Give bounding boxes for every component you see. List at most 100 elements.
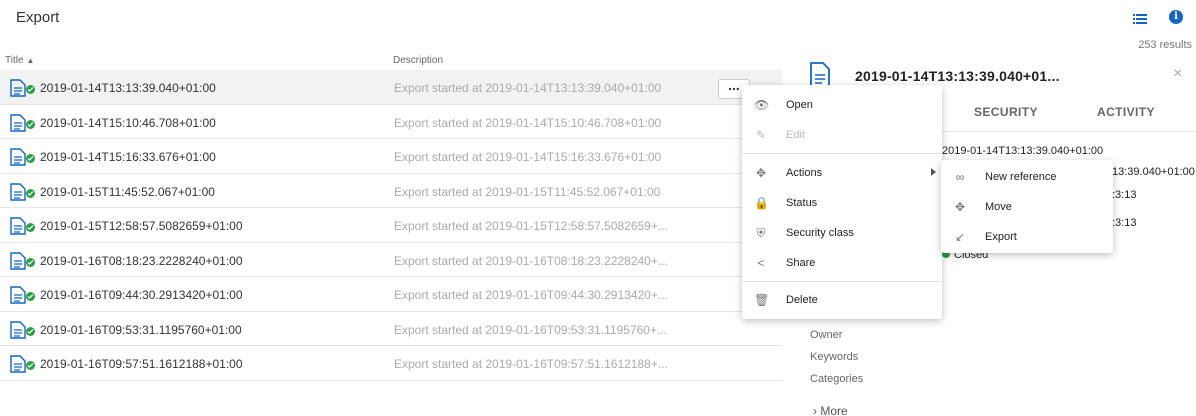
document-icon bbox=[10, 251, 26, 270]
row-title[interactable]: 2019-01-15T12:58:57.5082659+01:00 bbox=[40, 219, 243, 233]
tab-activity[interactable]: ACTIVITY bbox=[1097, 105, 1155, 119]
status-check-icon bbox=[26, 326, 35, 336]
chevron-right-icon bbox=[931, 168, 936, 176]
panel-value: :3:13 bbox=[1112, 217, 1137, 229]
export-icon: ↙ bbox=[954, 230, 966, 244]
row-title[interactable]: 2019-01-16T09:53:31.1195760+01:00 bbox=[40, 323, 242, 337]
panel-value: :3:13 bbox=[1112, 189, 1137, 201]
table-row[interactable]: 2019-01-16T09:44:30.2913420+01:00 Export… bbox=[0, 277, 782, 312]
row-title[interactable]: 2019-01-14T15:16:33.676+01:00 bbox=[40, 150, 216, 164]
share-icon: < bbox=[757, 256, 765, 270]
meta-label-categories: Categories bbox=[810, 373, 864, 385]
document-icon bbox=[10, 182, 26, 201]
more-link[interactable]: › More bbox=[813, 404, 848, 416]
shield-icon: ⛨ bbox=[756, 226, 766, 240]
menu-item-label: Export bbox=[985, 231, 1017, 243]
status-check-icon bbox=[26, 257, 35, 267]
menu-item-label: Open bbox=[786, 99, 813, 111]
document-icon bbox=[10, 320, 26, 339]
row-description: Export started at 2019-01-16T09:53:31.11… bbox=[394, 322, 667, 337]
row-title[interactable]: 2019-01-16T08:18:23.2228240+01:00 bbox=[40, 254, 243, 268]
document-icon bbox=[10, 286, 26, 304]
menu-item-label: Delete bbox=[786, 294, 818, 306]
row-title[interactable]: 2019-01-14T13:13:39.040+01:00 bbox=[40, 81, 216, 95]
document-icon bbox=[10, 217, 26, 235]
table-row[interactable]: 2019-01-15T12:58:57.5082659+01:00 Export… bbox=[0, 208, 782, 243]
row-title[interactable]: 2019-01-15T11:45:52.067+01:00 bbox=[40, 185, 215, 199]
move-icon: ✥ bbox=[954, 200, 966, 214]
document-icon bbox=[10, 148, 26, 166]
list-view-icon[interactable] bbox=[1133, 12, 1147, 24]
tab-security[interactable]: SECURITY bbox=[974, 105, 1038, 119]
menu-item-edit[interactable]: ✎ Edit bbox=[742, 120, 942, 150]
panel-value: 2019-01-14T13:13:39.040+01:00 bbox=[942, 145, 1104, 157]
status-check-icon bbox=[26, 85, 35, 94]
document-icon bbox=[10, 113, 26, 132]
status-check-icon bbox=[26, 188, 35, 198]
column-header-description[interactable]: Description bbox=[393, 55, 443, 66]
status-check-icon bbox=[26, 361, 35, 370]
table-row[interactable]: 2019-01-16T09:57:51.1612188+01:00 Export… bbox=[0, 346, 782, 381]
document-icon bbox=[10, 355, 26, 373]
column-title-label: Title bbox=[5, 55, 24, 66]
row-title[interactable]: 2019-01-16T09:57:51.1612188+01:00 bbox=[40, 357, 243, 371]
panel-value: 13:39.040+01:00 bbox=[1112, 166, 1195, 178]
row-description: Export started at 2019-01-14T15:16:33.67… bbox=[394, 150, 662, 164]
status-check-icon bbox=[26, 119, 35, 129]
row-description: Export started at 2019-01-16T09:44:30.29… bbox=[394, 288, 668, 302]
column-header-title[interactable]: Title ▲ bbox=[5, 55, 34, 66]
trash-icon: 🗑 bbox=[754, 293, 770, 307]
row-description: Export started at 2019-01-16T08:18:23.22… bbox=[394, 253, 668, 268]
page-title: Export bbox=[16, 9, 60, 26]
status-check-icon bbox=[26, 154, 35, 163]
menu-item-status[interactable]: 🔒 Status bbox=[742, 188, 942, 218]
menu-item-label: Security class bbox=[786, 227, 854, 239]
move-icon: ✥ bbox=[755, 166, 767, 180]
close-icon[interactable]: × bbox=[1173, 65, 1182, 83]
eye-icon: 👁 bbox=[754, 98, 770, 112]
menu-item-label: Edit bbox=[786, 129, 805, 141]
info-icon[interactable]: i bbox=[1169, 10, 1183, 24]
table-row[interactable]: 2019-01-16T09:53:31.1195760+01:00 Export… bbox=[0, 312, 782, 346]
document-icon bbox=[10, 79, 26, 97]
pencil-icon: ✎ bbox=[755, 128, 767, 142]
submenu-item-new-reference[interactable]: ∞ New reference bbox=[941, 162, 1113, 192]
row-description: Export started at 2019-01-15T12:58:57.50… bbox=[394, 219, 668, 233]
menu-item-label: Move bbox=[985, 201, 1012, 213]
table-row[interactable]: 2019-01-14T13:13:39.040+01:00 Export sta… bbox=[0, 70, 782, 105]
menu-item-actions[interactable]: ✥ Actions bbox=[742, 158, 942, 188]
more-label: More bbox=[820, 404, 848, 416]
menu-item-security-class[interactable]: ⛨ Security class bbox=[742, 218, 942, 248]
table-row[interactable]: 2019-01-16T08:18:23.2228240+01:00 Export… bbox=[0, 243, 782, 277]
row-title[interactable]: 2019-01-14T15:10:46.708+01:00 bbox=[40, 116, 216, 130]
table-row[interactable]: 2019-01-14T15:16:33.676+01:00 Export sta… bbox=[0, 139, 782, 174]
lock-icon: 🔒 bbox=[754, 196, 769, 210]
menu-item-label: Actions bbox=[786, 167, 823, 179]
menu-item-label: Share bbox=[786, 257, 816, 269]
panel-title: 2019-01-14T13:13:39.040+01... bbox=[855, 68, 1060, 84]
menu-item-label: New reference bbox=[985, 171, 1057, 183]
meta-label-owner: Owner bbox=[810, 329, 843, 341]
status-check-icon bbox=[26, 292, 35, 301]
submenu-item-move[interactable]: ✥ Move bbox=[941, 192, 1113, 222]
results-count: 253 results bbox=[1138, 39, 1192, 51]
table-row[interactable]: 2019-01-15T11:45:52.067+01:00 Export sta… bbox=[0, 174, 782, 208]
results-list: 2019-01-14T13:13:39.040+01:00 Export sta… bbox=[0, 70, 782, 381]
row-description: Export started at 2019-01-16T09:57:51.16… bbox=[394, 357, 668, 371]
row-description: Export started at 2019-01-14T13:13:39.04… bbox=[394, 81, 662, 95]
menu-item-delete[interactable]: 🗑 Delete bbox=[742, 285, 942, 315]
menu-separator bbox=[742, 153, 942, 154]
menu-item-label: Status bbox=[786, 197, 818, 209]
meta-label-keywords: Keywords bbox=[810, 351, 859, 363]
status-check-icon bbox=[26, 223, 35, 232]
submenu-item-export[interactable]: ↙ Export bbox=[941, 222, 1113, 252]
context-menu: 👁 Open ✎ Edit ✥ Actions 🔒 Status ⛨ Secur… bbox=[742, 85, 942, 319]
table-row[interactable]: 2019-01-14T15:10:46.708+01:00 Export sta… bbox=[0, 105, 782, 139]
link-icon: ∞ bbox=[955, 170, 965, 184]
menu-item-share[interactable]: < Share bbox=[742, 248, 942, 278]
row-description: Export started at 2019-01-15T11:45:52.06… bbox=[394, 184, 661, 199]
menu-separator bbox=[742, 281, 942, 282]
row-title[interactable]: 2019-01-16T09:44:30.2913420+01:00 bbox=[40, 288, 243, 302]
actions-submenu: ∞ New reference ✥ Move ↙ Export bbox=[941, 160, 1113, 253]
menu-item-open[interactable]: 👁 Open bbox=[742, 90, 942, 120]
